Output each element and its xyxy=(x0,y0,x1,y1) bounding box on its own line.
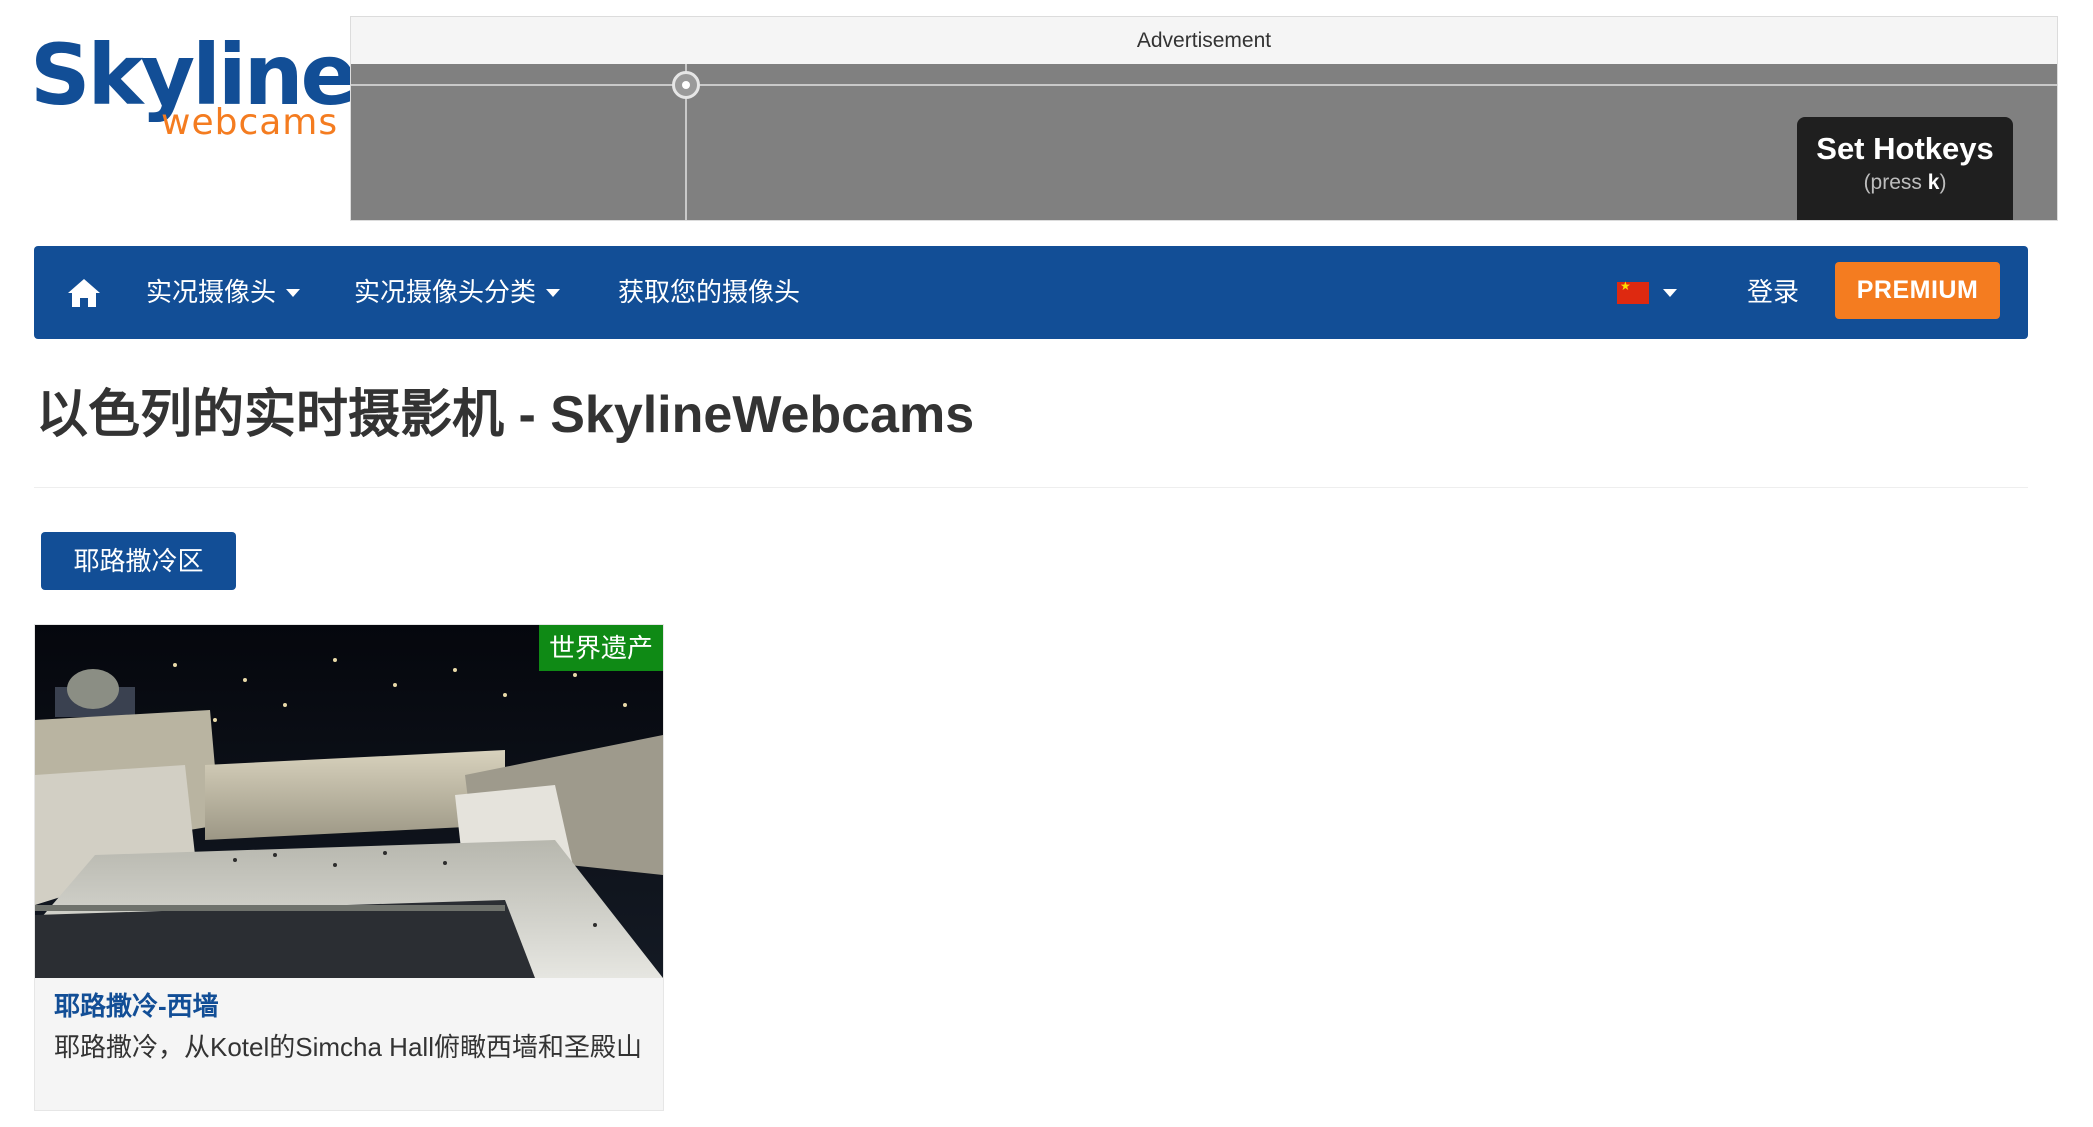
world-heritage-badge: 世界遗产 xyxy=(538,625,663,671)
webcam-thumbnail-image xyxy=(35,625,663,978)
login-link[interactable]: 登录 xyxy=(1747,246,1799,339)
ad-drag-handle[interactable] xyxy=(672,71,700,99)
logo-subtext: webcams xyxy=(161,102,339,143)
nav-webcam-categories-label: 实况摄像头分类 xyxy=(354,277,537,307)
ad-crosshair-horizontal xyxy=(351,84,2057,86)
hotkeys-hint: (press k) xyxy=(1863,171,1947,194)
nav-live-webcams[interactable]: 实况摄像头 xyxy=(146,246,301,339)
page-title: 以色列的实时摄影机 - SkylineWebcams xyxy=(36,386,975,444)
home-button[interactable] xyxy=(62,246,106,339)
login-label: 登录 xyxy=(1747,277,1800,307)
nav-get-your-webcam[interactable]: 获取您的摄像头 xyxy=(618,246,800,339)
webcam-card-description: 耶路撒冷，从Kotel的Simcha Hall俯瞰西墙和圣殿山 xyxy=(54,1032,642,1062)
premium-button[interactable]: PREMIUM xyxy=(1835,262,2000,319)
set-hotkeys-panel[interactable]: Set Hotkeys (press k) xyxy=(1797,117,2013,220)
cn-flag-icon xyxy=(1617,278,1649,304)
nav-live-webcams-label: 实况摄像头 xyxy=(146,277,277,307)
nav-webcam-categories[interactable]: 实况摄像头分类 xyxy=(354,246,561,339)
main-navbar: 实况摄像头 实况摄像头分类 获取您的摄像头 登录 PREMIUM xyxy=(34,246,2028,339)
advertisement-label: Advertisement xyxy=(1136,29,1272,52)
webcam-thumbnail[interactable]: 世界遗产 xyxy=(35,625,663,978)
hotkeys-key: k xyxy=(1927,171,1940,194)
chevron-down-icon xyxy=(286,288,301,297)
site-logo[interactable]: Skyline webcams xyxy=(30,30,357,150)
chevron-down-icon xyxy=(546,288,561,297)
chevron-down-icon xyxy=(1663,288,1677,297)
nav-get-your-webcam-label: 获取您的摄像头 xyxy=(618,277,801,307)
webcam-card[interactable]: 世界遗产 耶路撒冷-西墙 耶路撒冷，从Kotel的Simcha Hall俯瞰西墙… xyxy=(34,624,664,1111)
divider xyxy=(34,487,2028,488)
language-selector[interactable] xyxy=(1617,246,1677,339)
ad-video-player[interactable]: Set Hotkeys (press k) xyxy=(351,64,2057,220)
hotkeys-title: Set Hotkeys xyxy=(1816,131,1994,166)
region-filter-button[interactable]: 耶路撒冷区 xyxy=(41,532,236,590)
home-icon xyxy=(68,278,100,307)
webcam-card-title[interactable]: 耶路撒冷-西墙 xyxy=(54,987,219,1025)
advertisement-banner: Advertisement Set Hotkeys (press k) xyxy=(350,16,2058,221)
